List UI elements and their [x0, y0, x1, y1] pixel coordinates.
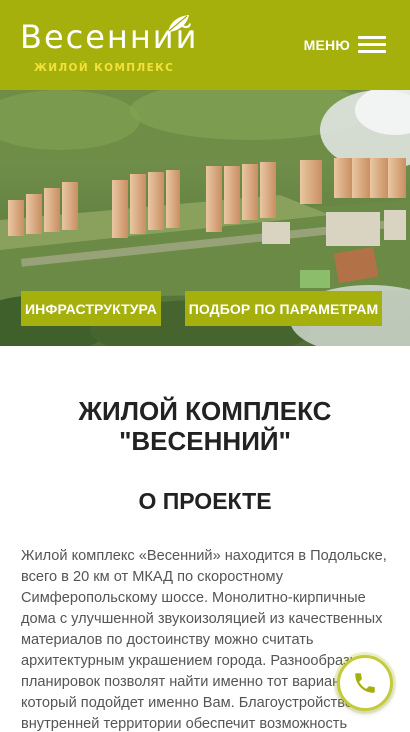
- section-title: О ПРОЕКТЕ: [138, 488, 272, 514]
- call-button[interactable]: [337, 655, 393, 711]
- hero-banner: ИНФРАСТРУКТУРА ПОДБОР ПО ПАРАМЕТРАМ: [0, 90, 410, 346]
- leaf-icon: [168, 15, 189, 32]
- logo-subtitle: ЖИЛОЙ КОМПЛЕКС: [34, 62, 175, 74]
- parameter-search-button[interactable]: ПОДБОР ПО ПАРАМЕТРАМ: [185, 291, 382, 326]
- page-title: ЖИЛОЙ КОМПЛЕКС "ВЕСЕННИЙ": [78, 396, 332, 456]
- logo[interactable]: Весенний ЖИЛОЙ КОМПЛЕКС: [20, 14, 196, 76]
- menu-label: МЕНЮ: [303, 37, 350, 53]
- site-header: Весенний ЖИЛОЙ КОМПЛЕКС МЕНЮ: [0, 0, 410, 90]
- menu-button[interactable]: МЕНЮ: [304, 34, 386, 56]
- hamburger-icon: [358, 36, 386, 54]
- about-text: Жилой комплекс «Весенний» находится в По…: [21, 548, 387, 732]
- infrastructure-button[interactable]: ИНФРАСТРУКТУРА: [21, 291, 161, 326]
- phone-icon: [355, 673, 375, 693]
